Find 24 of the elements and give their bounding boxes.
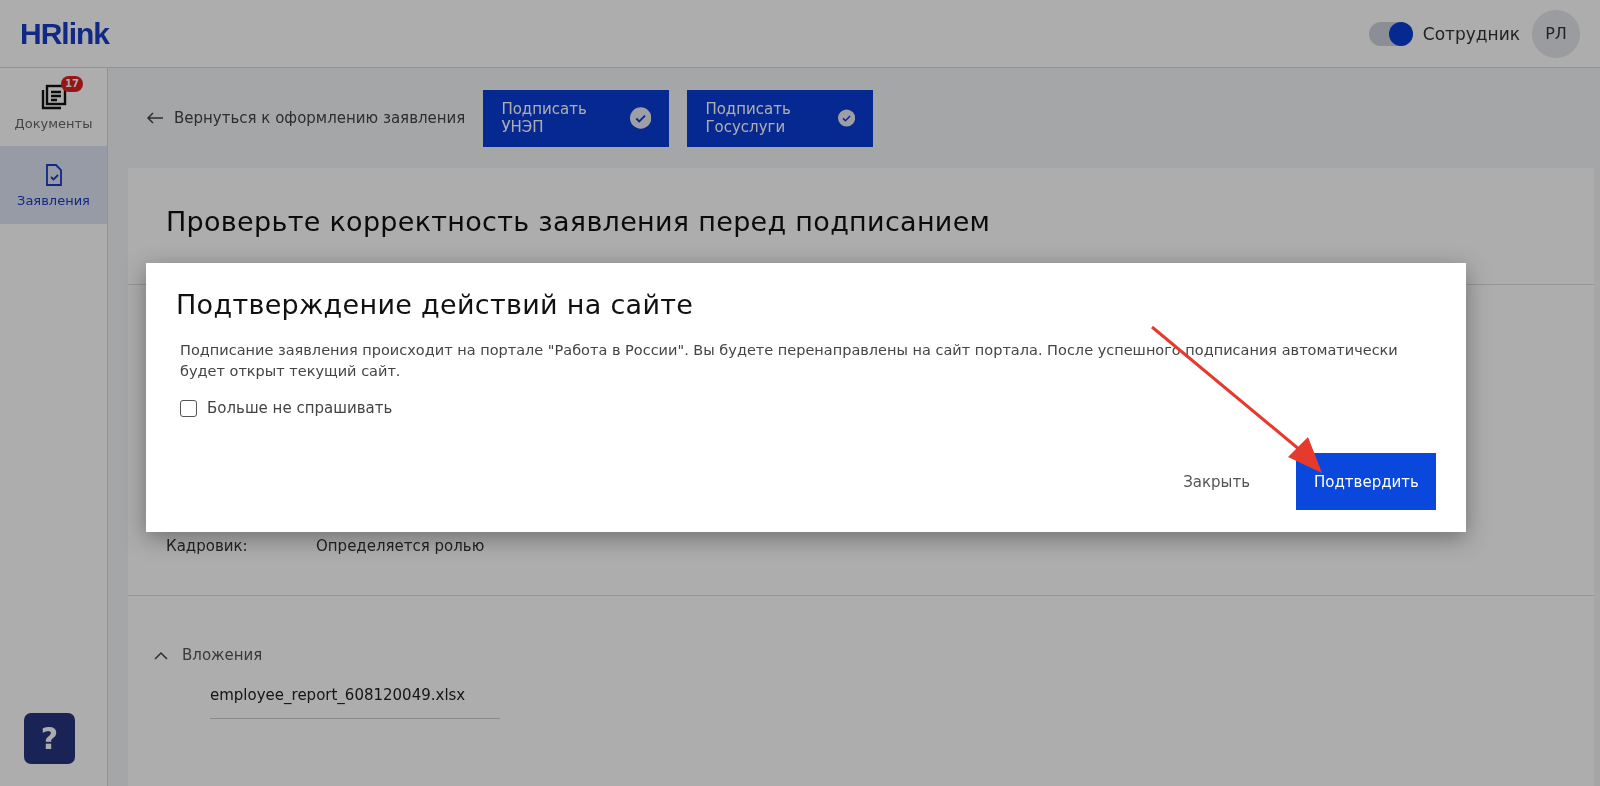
attachment-file[interactable]: employee_report_608120049.xlsx: [210, 686, 500, 719]
dont-ask-checkbox[interactable]: Больше не спрашивать: [180, 399, 393, 417]
sidebar-item[interactable]: Заявления: [0, 146, 107, 224]
documents-icon: [40, 83, 67, 110]
dialog-title: Подтверждение действий на сайте: [176, 289, 695, 320]
close-button[interactable]: Закрыть: [1165, 453, 1268, 510]
field-label: Кадровик:: [166, 537, 249, 555]
help-button[interactable]: ?: [24, 713, 75, 764]
user-avatar[interactable]: РЛ: [1532, 9, 1580, 58]
sidebar-item[interactable]: Документы 17: [0, 68, 107, 146]
sign-button[interactable]: Подписать УНЭП: [483, 89, 670, 147]
back-arrow-icon: [146, 112, 164, 124]
check-circle-icon: [838, 107, 856, 129]
dialog-message: Подписание заявления происходит на портале "Работа в России". Вы будете перенаправлены на сайт портала. После успешного подписания автоматически будет открыт текущий сайт.: [180, 341, 1399, 381]
attachments-toggle[interactable]: Вложения: [154, 646, 1568, 664]
role-toggle[interactable]: Сотрудник: [1368, 21, 1520, 46]
sign-button[interactable]: Подписать Госуслуги: [687, 89, 874, 147]
logo: HRlink: [20, 16, 109, 51]
count-badge: 17: [61, 76, 83, 92]
back-link[interactable]: Вернуться к оформлению заявления: [128, 109, 466, 127]
field-value: Определяется ролью: [316, 537, 486, 555]
document-check-icon: [44, 162, 63, 187]
check-circle-icon: [630, 107, 652, 129]
confirm-button[interactable]: Подтвердить: [1296, 453, 1436, 510]
